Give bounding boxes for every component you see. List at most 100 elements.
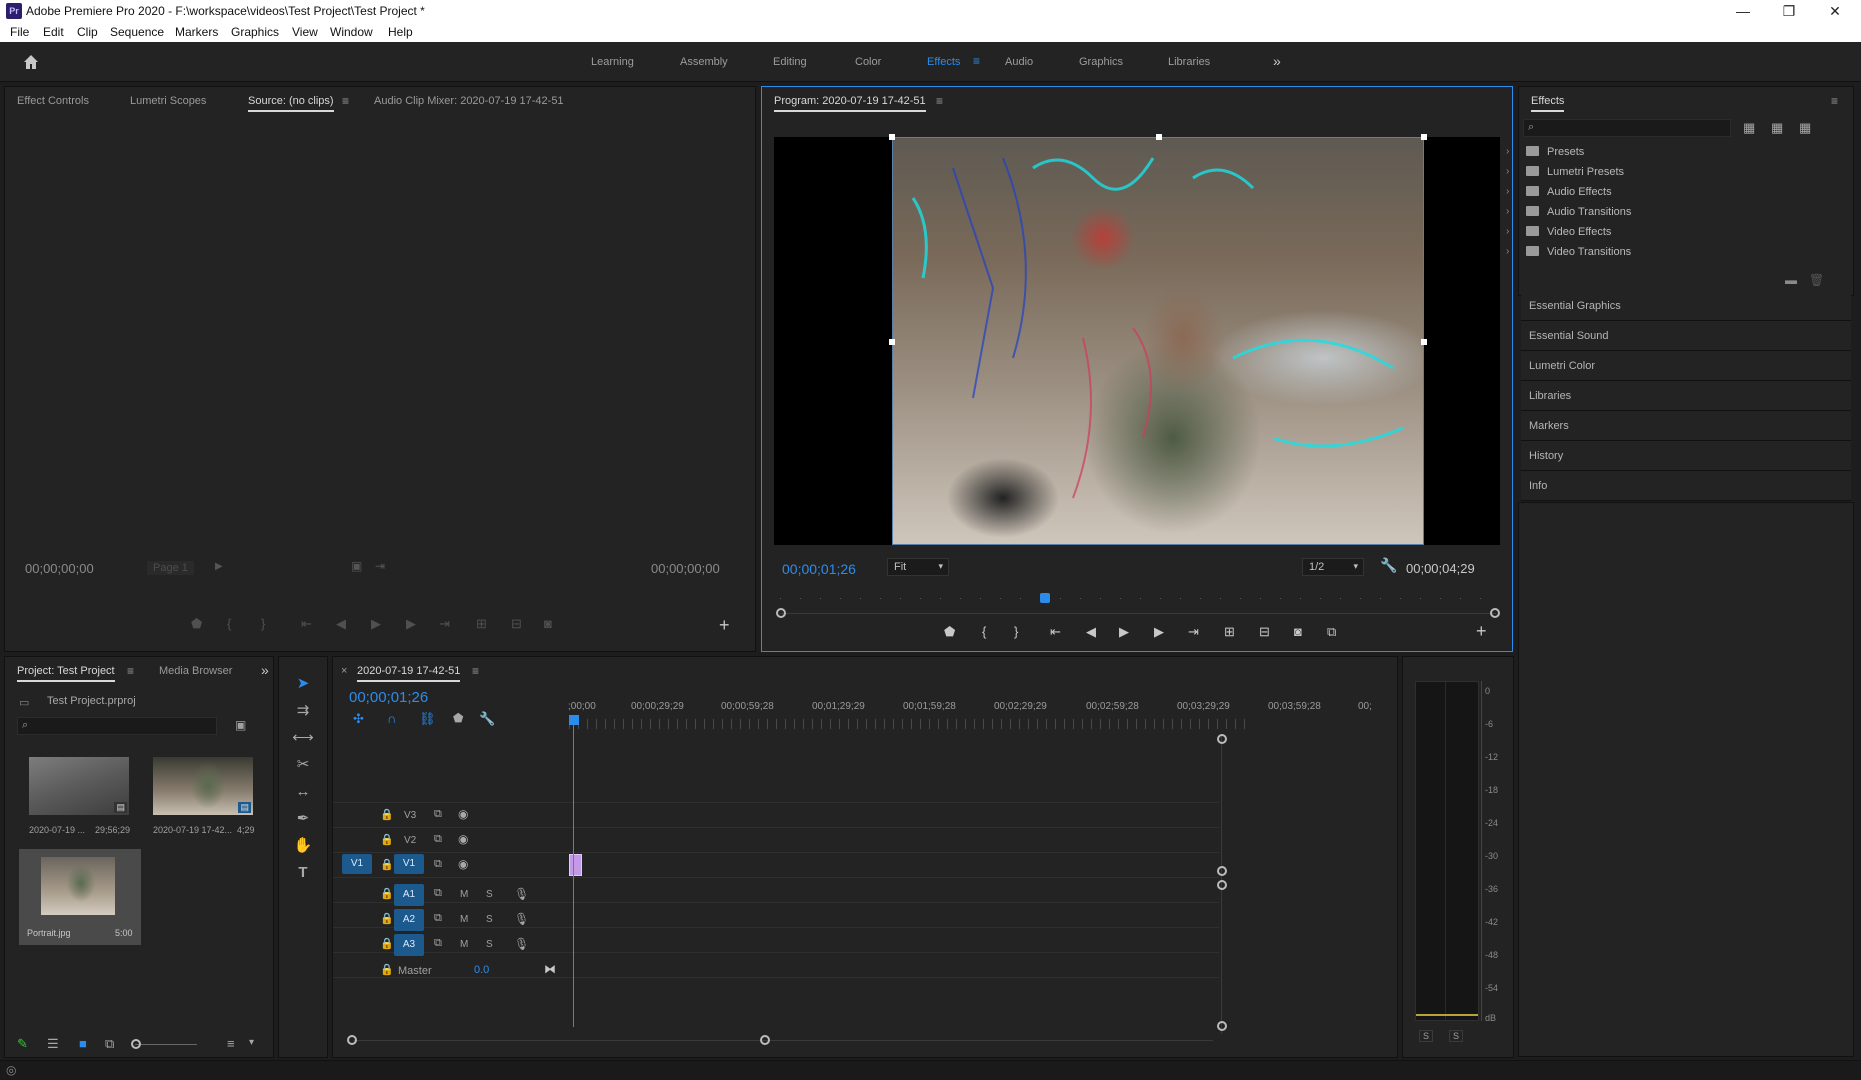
go-to-in-icon[interactable]: ⇤ — [1050, 624, 1061, 640]
new-bin-icon[interactable]: ▬ — [1785, 273, 1797, 287]
transform-handle[interactable] — [1156, 134, 1162, 140]
scroll-handle[interactable] — [1217, 880, 1227, 890]
workspace-tab-editing[interactable]: Editing — [773, 56, 807, 68]
mute-button[interactable]: M — [460, 889, 468, 900]
status-icon[interactable]: ◎ — [6, 1063, 16, 1077]
sync-lock-icon[interactable]: ⧉ — [434, 833, 442, 846]
panel-libraries[interactable]: Libraries — [1521, 381, 1851, 411]
panel-essential-sound[interactable]: Essential Sound — [1521, 321, 1851, 351]
double-chevron-right-icon[interactable]: » — [261, 662, 269, 678]
sync-lock-icon[interactable]: ⧉ — [434, 858, 442, 871]
zoom-handle-left[interactable] — [776, 608, 786, 618]
track-target-a2[interactable]: A2 — [394, 909, 424, 931]
overwrite-clip-icon[interactable]: ⊟ — [511, 616, 522, 632]
mark-in-icon[interactable]: { — [982, 624, 986, 639]
linked-selection-icon[interactable]: ⛓ — [419, 711, 436, 727]
chevron-right-icon[interactable]: › — [1506, 186, 1509, 197]
nest-icon[interactable]: ✣ — [353, 711, 364, 727]
lift-icon[interactable]: ⊞ — [1224, 624, 1235, 640]
play-icon[interactable]: ▶ — [1119, 624, 1129, 640]
menu-edit[interactable]: Edit — [43, 25, 64, 39]
slip-tool-icon[interactable]: ↔ — [292, 781, 314, 803]
lock-icon[interactable]: 🔒 — [380, 912, 394, 925]
zoom-slider-handle[interactable] — [131, 1039, 141, 1049]
scroll-handle[interactable] — [1217, 1021, 1227, 1031]
sequence-tab[interactable]: 2020-07-19 17-42-51 — [357, 665, 461, 682]
track-target-a3[interactable]: A3 — [394, 934, 424, 956]
mark-out-icon[interactable]: } — [1014, 624, 1018, 639]
transform-handle[interactable] — [889, 134, 895, 140]
chevron-right-icon[interactable]: › — [1506, 206, 1509, 217]
tab-project[interactable]: Project: Test Project — [17, 665, 115, 682]
mute-button[interactable]: M — [460, 914, 468, 925]
minimize-button[interactable]: — — [1720, 0, 1766, 22]
delete-icon[interactable]: 🗑 — [1809, 273, 1824, 287]
effects-folder-audio-effects[interactable]: › Audio Effects — [1506, 186, 1612, 198]
project-panel-menu-icon[interactable]: ≡ — [127, 664, 134, 678]
workspace-tab-effects[interactable]: Effects — [927, 56, 960, 68]
microphone-icon[interactable]: 🎙 — [514, 937, 529, 951]
icon-view-icon[interactable]: ■ — [79, 1036, 87, 1051]
page-select[interactable]: Page 1 — [147, 561, 194, 575]
workspace-tab-audio[interactable]: Audio — [1005, 56, 1033, 68]
project-item[interactable]: ▤ 2020-07-19 17-42... 4;29 — [147, 757, 255, 843]
double-chevron-right-icon[interactable]: » — [1273, 53, 1281, 69]
timeline-playhead[interactable] — [569, 715, 579, 725]
menu-window[interactable]: Window — [330, 25, 373, 39]
menu-sequence[interactable]: Sequence — [110, 25, 164, 39]
sync-lock-icon[interactable]: ⧉ — [434, 887, 442, 900]
add-marker-icon[interactable]: ⬟ — [453, 711, 463, 725]
yuv-effects-icon[interactable]: ▦ — [1799, 120, 1811, 136]
panel-markers[interactable]: Markers — [1521, 411, 1851, 441]
tab-media-browser[interactable]: Media Browser — [159, 665, 232, 677]
mark-in-icon[interactable]: { — [227, 616, 231, 631]
solo-button[interactable]: S — [486, 914, 493, 925]
home-icon[interactable] — [22, 53, 40, 71]
sort-icon[interactable]: ≡ — [227, 1036, 235, 1051]
type-tool-icon[interactable]: T — [292, 862, 314, 884]
restore-button[interactable]: ❐ — [1766, 0, 1812, 22]
track-target-v1[interactable]: V1 — [394, 854, 424, 874]
tab-lumetri-scopes[interactable]: Lumetri Scopes — [130, 95, 206, 107]
program-timecode-current[interactable]: 00;00;01;26 — [782, 561, 856, 577]
lock-icon[interactable]: 🔒 — [380, 808, 394, 821]
hscroll-handle-left[interactable] — [347, 1035, 357, 1045]
menu-graphics[interactable]: Graphics — [231, 25, 279, 39]
tab-effect-controls[interactable]: Effect Controls — [17, 95, 89, 107]
mute-button[interactable]: M — [460, 939, 468, 950]
step-forward-icon[interactable]: ▶ — [406, 616, 416, 632]
mark-out-icon[interactable]: } — [261, 616, 265, 631]
effects-folder-audio-transitions[interactable]: › Audio Transitions — [1506, 206, 1631, 218]
freeform-view-icon[interactable]: ⧉ — [105, 1036, 114, 1052]
menu-clip[interactable]: Clip — [77, 25, 98, 39]
track-select-tool-icon[interactable]: ⇉ — [292, 700, 314, 722]
go-to-end-icon[interactable]: ⧓ — [544, 962, 556, 976]
pencil-icon[interactable]: ✎ — [17, 1036, 28, 1052]
program-panel-menu-icon[interactable]: ≡ — [936, 94, 943, 108]
transform-handle[interactable] — [1421, 134, 1427, 140]
master-volume-value[interactable]: 0.0 — [474, 964, 489, 976]
list-view-icon[interactable]: ☰ — [47, 1036, 59, 1052]
lock-icon[interactable]: 🔒 — [380, 833, 394, 846]
timeline-timecode[interactable]: 00;00;01;26 — [349, 689, 428, 706]
project-item-selected[interactable]: Portrait.jpg 5:00 — [19, 849, 141, 945]
lock-icon[interactable]: 🔒 — [380, 937, 394, 950]
horizontal-scrollbar[interactable] — [353, 1040, 1213, 1041]
microphone-icon[interactable]: 🎙 — [514, 887, 529, 901]
tab-audio-clip-mixer[interactable]: Audio Clip Mixer: 2020-07-19 17-42-51 — [374, 95, 564, 107]
effects-folder-lumetri-presets[interactable]: › Lumetri Presets — [1506, 166, 1624, 178]
project-item[interactable]: ▤ 2020-07-19 ... 29;56;29 — [23, 757, 131, 843]
comparison-view-icon[interactable]: ⧉ — [1327, 624, 1336, 640]
workspace-tab-libraries[interactable]: Libraries — [1168, 56, 1210, 68]
step-back-icon[interactable]: ◀ — [336, 616, 346, 632]
effects-folder-video-effects[interactable]: › Video Effects — [1506, 226, 1611, 238]
insert-clip-icon[interactable]: ⊞ — [476, 616, 487, 632]
effects-panel-menu-icon[interactable]: ≡ — [1831, 94, 1838, 108]
sync-lock-icon[interactable]: ⧉ — [434, 937, 442, 950]
play-icon[interactable]: ▶ — [371, 616, 381, 632]
chevron-right-icon[interactable]: › — [1506, 246, 1509, 257]
timeline-clip[interactable] — [569, 854, 582, 876]
timeline-panel-menu-icon[interactable]: ≡ — [472, 664, 479, 678]
32-bit-effects-icon[interactable]: ▦ — [1771, 120, 1783, 136]
chevron-right-icon[interactable]: › — [1506, 146, 1509, 157]
